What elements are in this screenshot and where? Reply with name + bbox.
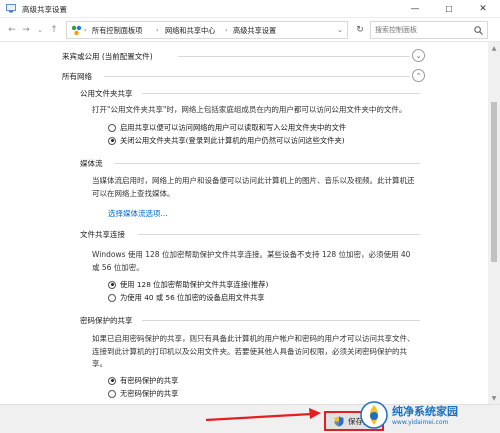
radio-label: 为使用 40 或 56 位加密的设备启用文件共享 [120, 292, 265, 302]
minimize-button[interactable]: — [398, 0, 432, 18]
address-bar[interactable]: › 所有控制面板项 › 网络和共享中心 › 高级共享设置 ⌄ [66, 21, 348, 39]
radio-button[interactable] [108, 280, 116, 289]
radio-public-folder-on[interactable]: 启用共享以便可以访问网络的用户可以读取和写入公用文件夹中的文件 [108, 122, 346, 133]
main-content: 来宾或公用 (当前配置文件) ⌄ 所有网络 ⌃ 公用文件夹共享 打开"公用文件夹… [0, 42, 500, 404]
back-button[interactable]: ← [6, 23, 18, 37]
window-title: 高级共享设置 [22, 5, 67, 14]
close-button[interactable]: ✕ [466, 0, 500, 18]
password-sharing-description: 如果已启用密码保护的共享，则只有具备此计算机的用户帐户和密码的用户才可以访问共享… [92, 334, 415, 368]
breadcrumb-separator: › [84, 26, 87, 34]
section-all-networks[interactable]: 所有网络 ⌃ [62, 68, 430, 84]
radio-128-bit[interactable]: 使用 128 位加密帮助保护文件共享连接(推荐) [108, 279, 268, 290]
radio-button[interactable] [108, 293, 116, 302]
radio-button[interactable] [108, 376, 116, 385]
radio-label: 关闭公用文件夹共享(登录到此计算机的用户仍然可以访问这些文件夹) [120, 135, 345, 145]
expand-chevron-icon[interactable]: ⌄ [412, 49, 425, 62]
breadcrumb-all-items[interactable]: 所有控制面板项 [92, 26, 142, 36]
media-streaming-title: 媒体流 [80, 159, 103, 168]
divider [114, 163, 420, 164]
radio-40-56-bit[interactable]: 为使用 40 或 56 位加密的设备启用文件共享 [108, 292, 265, 303]
radio-public-folder-off[interactable]: 关闭公用文件夹共享(登录到此计算机的用户仍然可以访问这些文件夹) [108, 135, 345, 146]
recent-locations-dropdown[interactable]: ⌄ [34, 23, 46, 37]
breadcrumb-advanced-sharing[interactable]: 高级共享设置 [233, 26, 276, 36]
section-label: 来宾或公用 (当前配置文件) [62, 52, 153, 61]
collapse-chevron-icon[interactable]: ⌃ [412, 69, 425, 82]
file-sharing-title: 文件共享连接 [80, 230, 125, 239]
up-button[interactable]: ↑ [48, 23, 60, 37]
radio-button[interactable] [108, 123, 116, 132]
watermark-title: 纯净系统家园 [392, 405, 458, 418]
address-dropdown-icon[interactable]: ⌄ [337, 26, 343, 34]
radio-password-on[interactable]: 有密码保护的共享 [108, 375, 178, 386]
media-streaming-description: 当媒体流启用时，网络上的用户和设备便可以访问此计算机上的图片、音乐以及视频。此计… [92, 176, 415, 198]
vertical-scrollbar[interactable]: ▲ ▼ [488, 42, 500, 404]
radio-password-off[interactable]: 无密码保护的共享 [108, 388, 178, 399]
divider [142, 93, 420, 94]
divider [138, 234, 420, 235]
radio-button[interactable] [108, 389, 116, 398]
navigation-bar: ← → ⌄ ↑ › 所有控制面板项 › 网络和共享中心 › 高级共享设置 ⌄ ↻ [0, 18, 500, 42]
breadcrumb-network-center[interactable]: 网络和共享中心 [165, 26, 215, 36]
control-panel-icon [71, 25, 82, 36]
radio-label: 使用 128 位加密帮助保护文件共享连接(推荐) [120, 279, 269, 289]
scroll-up-arrow-icon[interactable]: ▲ [488, 42, 500, 54]
breadcrumb-separator: › [225, 26, 228, 34]
scroll-thumb[interactable] [491, 102, 497, 262]
watermark-logo-icon [360, 400, 388, 429]
search-input[interactable] [375, 24, 471, 36]
public-folder-description: 打开"公用文件夹共享"时，网络上包括家庭组成员在内的用户都可以访问公用文件夹中的… [92, 105, 407, 114]
network-settings-icon [6, 4, 16, 13]
radio-label: 无密码保护的共享 [120, 388, 179, 398]
file-sharing-description: Windows 使用 128 位加密帮助保护文件共享连接。某些设备不支持 128… [92, 250, 411, 272]
forward-button[interactable]: → [20, 23, 32, 37]
divider [142, 320, 420, 321]
section-label: 所有网络 [62, 72, 92, 81]
maximize-button[interactable]: ☐ [432, 0, 466, 18]
radio-label: 启用共享以便可以访问网络的用户可以读取和写入公用文件夹中的文件 [120, 122, 347, 132]
uac-shield-icon [334, 416, 344, 426]
breadcrumb-separator: › [156, 26, 159, 34]
watermark: 纯净系统家园 www.yidaimei.com [360, 396, 500, 433]
section-guest-public[interactable]: 来宾或公用 (当前配置文件) ⌄ [62, 48, 430, 64]
divider [178, 56, 410, 57]
public-folder-title: 公用文件夹共享 [80, 89, 133, 98]
watermark-url: www.yidaimei.com [392, 419, 449, 426]
divider [104, 76, 410, 77]
search-box[interactable] [370, 21, 488, 39]
search-icon [474, 26, 483, 35]
radio-label: 有密码保护的共享 [120, 375, 179, 385]
refresh-button[interactable]: ↻ [352, 21, 368, 39]
media-streaming-options-link[interactable]: 选择媒体流选项... [108, 208, 168, 219]
password-sharing-title: 密码保护的共享 [80, 316, 133, 325]
radio-button[interactable] [108, 136, 116, 145]
title-bar: 高级共享设置 — ☐ ✕ [0, 0, 500, 18]
